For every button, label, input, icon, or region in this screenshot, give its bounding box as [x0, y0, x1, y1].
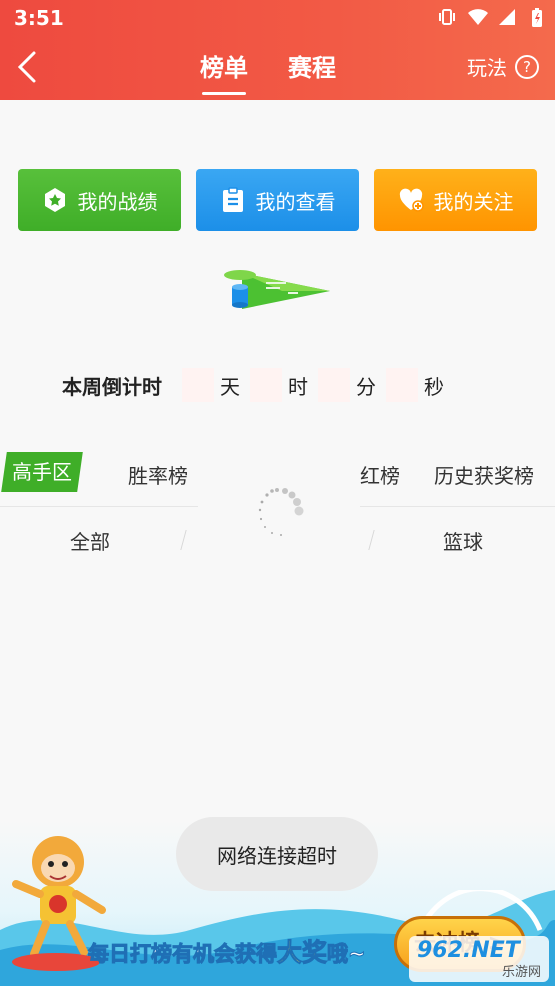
battery-icon	[527, 7, 547, 27]
wifi-icon	[467, 7, 488, 27]
header-bar: 3:51 榜单 赛程 玩法 ?	[0, 0, 555, 100]
status-time: 3:51	[14, 6, 64, 30]
rules-button[interactable]: 玩法 ?	[467, 52, 539, 81]
my-follow-button[interactable]: 我的关注	[374, 169, 537, 231]
filter-separator	[368, 530, 375, 550]
countdown-label: 本周倒计时	[62, 374, 162, 399]
countdown-seconds-unit: 秒	[424, 374, 444, 399]
clipboard-icon	[222, 187, 243, 212]
slogan-prefix: 每日打榜有机会获得	[88, 942, 278, 967]
chevron-left-icon	[17, 51, 36, 83]
ranking-logo-icon	[224, 270, 330, 309]
my-view-button[interactable]: 我的查看	[196, 169, 359, 231]
countdown-days-unit: 天	[220, 374, 240, 399]
heart-plus-icon	[399, 188, 424, 212]
countdown-hours-value	[250, 368, 282, 402]
my-record-label: 我的战绩	[77, 189, 158, 214]
my-actions: 我的战绩 我的查看 我的关注	[18, 169, 537, 231]
tab-history-winners[interactable]: 历史获奖榜	[434, 460, 534, 489]
tab-win-rate[interactable]: 胜率榜	[128, 460, 188, 489]
network-timeout-toast: 网络连接超时	[176, 817, 378, 891]
loading-spinner-icon	[258, 488, 304, 536]
tab-expert-zone[interactable]: 高手区	[1, 452, 83, 492]
my-follow-label: 我的关注	[433, 189, 514, 214]
signal-icon	[497, 7, 517, 27]
countdown-minutes-unit: 分	[356, 374, 376, 399]
my-record-button[interactable]: 我的战绩	[18, 169, 181, 231]
banner-slogan: 每日打榜有机会获得大奖哦~	[88, 933, 367, 969]
weekly-countdown: 本周倒计时 天 时 分 秒	[62, 366, 522, 404]
rules-label: 玩法	[467, 56, 507, 80]
main-tabs: 榜单 赛程	[200, 48, 336, 97]
tab-ranking[interactable]: 榜单	[200, 48, 248, 97]
status-icons	[437, 7, 547, 27]
watermark-sub: 乐游网	[501, 965, 541, 980]
help-icon: ?	[515, 54, 539, 79]
countdown-hours-unit: 时	[288, 374, 308, 399]
medal-icon	[44, 188, 65, 212]
countdown-minutes-value	[318, 368, 350, 402]
status-bar: 3:51	[0, 0, 555, 36]
watermark-brand: 962.NET	[417, 938, 520, 963]
tab-expert-zone-label: 高手区	[12, 460, 72, 484]
countdown-days-value	[182, 368, 214, 402]
slogan-suffix: 哦~	[327, 942, 367, 967]
slogan-emphasis: 大奖	[276, 938, 328, 968]
filter-separator	[180, 530, 187, 550]
countdown-seconds-value	[386, 368, 418, 402]
vibrate-icon	[437, 7, 457, 27]
tab-schedule[interactable]: 赛程	[288, 48, 336, 97]
site-watermark: 962.NET 乐游网	[409, 936, 549, 982]
filter-all[interactable]: 全部	[70, 526, 110, 555]
filter-basketball[interactable]: 篮球	[443, 526, 483, 555]
top-nav: 榜单 赛程 玩法 ?	[0, 36, 555, 100]
tab-red-ranking[interactable]: 红榜	[360, 460, 400, 489]
my-view-label: 我的查看	[255, 189, 336, 214]
back-button[interactable]	[14, 50, 44, 84]
